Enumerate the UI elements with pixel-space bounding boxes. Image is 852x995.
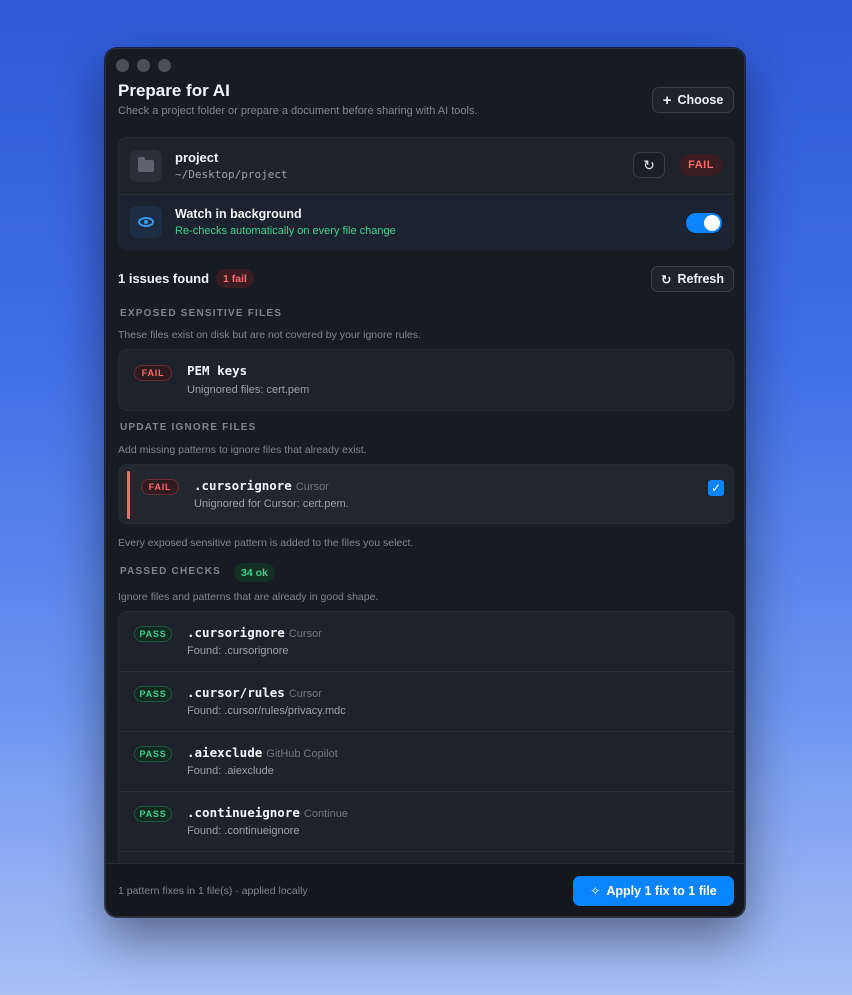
issues-title: 1 issues found xyxy=(118,271,210,286)
item-detail: Found: .continueignore xyxy=(187,825,300,837)
watch-subtitle: Re-checks automatically on every file ch… xyxy=(175,225,396,237)
list-item: PASS .aiexclude GitHub Copilot Found: .ai… xyxy=(119,732,733,792)
item-name: .cursor/rules Cursor xyxy=(187,685,322,700)
refresh-icon: ↻ xyxy=(660,272,672,287)
item-detail: Found: .aiexclude xyxy=(187,765,274,777)
project-name: project xyxy=(175,150,219,165)
pass-badge: PASS xyxy=(134,806,172,822)
item-name: PEM keys xyxy=(187,363,248,378)
item-tool: Continue xyxy=(303,808,348,820)
passed-list: PASS .cursorignore Cursor Found: .cursori… xyxy=(118,611,734,871)
magic-wand-icon: ✧ xyxy=(590,884,601,898)
choose-label: Choose xyxy=(677,93,724,107)
project-path: ~/Desktop/project xyxy=(175,168,288,181)
list-item[interactable]: FAIL .cursorignore Cursor Unignored for C… xyxy=(118,464,734,524)
recheck-button[interactable]: ↻ xyxy=(633,152,665,178)
update-desc: Add missing patterns to ignore files tha… xyxy=(118,444,367,456)
app-window: Prepare for AI Check a project folder or… xyxy=(105,48,745,917)
item-name-text: .aiexclude xyxy=(187,745,263,760)
fail-badge: FAIL xyxy=(141,479,179,495)
pass-count-badge: 34 ok xyxy=(234,563,275,582)
item-detail: Unignored for Cursor: cert.pem. xyxy=(194,498,349,510)
pass-badge: PASS xyxy=(134,626,172,642)
choose-button[interactable]: + Choose xyxy=(652,87,734,113)
item-detail: Found: .cursorignore xyxy=(187,645,289,657)
item-tool: Cursor xyxy=(288,628,322,640)
refresh-button[interactable]: ↻ Refresh xyxy=(651,266,734,292)
item-detail: Found: .cursor/rules/privacy.mdc xyxy=(187,705,346,717)
list-item: PASS .cursorignore Cursor Found: .cursori… xyxy=(119,612,733,672)
item-name-text: .cursorignore xyxy=(194,478,292,493)
exposed-heading: EXPOSED SENSITIVE FILES xyxy=(120,308,283,319)
item-name-text: .cursorignore xyxy=(187,625,285,640)
minimize-window-button[interactable] xyxy=(137,59,150,72)
item-name: .cursorignore Cursor xyxy=(187,625,322,640)
item-name: .continueignore Continue xyxy=(187,805,348,820)
item-name-text: .cursor/rules xyxy=(187,685,285,700)
item-tool: GitHub Copilot xyxy=(266,748,338,760)
item-checkbox[interactable]: ✓ xyxy=(708,480,724,496)
item-name: .aiexclude GitHub Copilot xyxy=(187,745,338,760)
plus-icon: + xyxy=(662,91,672,109)
item-detail: Unignored files: cert.pem xyxy=(187,384,310,396)
page-subtitle: Check a project folder or prepare a docu… xyxy=(118,105,478,117)
project-card: project ~/Desktop/project ↻ FAIL Watch i… xyxy=(118,137,734,251)
exposed-desc: These files exist on disk but are not co… xyxy=(118,329,421,341)
project-status-badge: FAIL xyxy=(679,154,723,176)
passed-heading: PASSED CHECKS xyxy=(120,566,221,577)
passed-desc: Ignore files and patterns that are alrea… xyxy=(118,591,379,603)
eye-icon xyxy=(130,206,162,238)
footer-summary: 1 pattern fixes in 1 file(s) · applied l… xyxy=(118,885,308,897)
zoom-window-button[interactable] xyxy=(158,59,171,72)
apply-fix-button[interactable]: ✧ Apply 1 fix to 1 file xyxy=(573,876,734,906)
fail-badge: FAIL xyxy=(134,365,172,381)
refresh-label: Refresh xyxy=(677,272,725,286)
footer-bar: 1 pattern fixes in 1 file(s) · applied l… xyxy=(106,863,744,916)
list-item: PASS .cursor/rules Cursor Found: .cursor/… xyxy=(119,672,733,732)
update-footnote: Every exposed sensitive pattern is added… xyxy=(118,537,414,549)
item-tool: Cursor xyxy=(295,481,329,493)
pass-badge: PASS xyxy=(134,746,172,762)
list-item: PASS .continueignore Continue Found: .con… xyxy=(119,792,733,852)
item-name: .cursorignore Cursor xyxy=(194,478,329,493)
fail-count-badge: 1 fail xyxy=(216,269,254,288)
watch-row: Watch in background Re-checks automatica… xyxy=(119,195,733,251)
update-heading: UPDATE IGNORE FILES xyxy=(120,422,257,433)
folder-icon xyxy=(130,150,162,182)
project-row: project ~/Desktop/project ↻ FAIL xyxy=(119,138,733,194)
watch-toggle[interactable] xyxy=(686,213,722,233)
page-title: Prepare for AI xyxy=(118,81,230,100)
item-tool: Cursor xyxy=(288,688,322,700)
fail-indicator xyxy=(127,471,130,519)
pass-badge: PASS xyxy=(134,686,172,702)
apply-label: Apply 1 fix to 1 file xyxy=(606,884,717,898)
window-controls xyxy=(116,59,171,72)
watch-title: Watch in background xyxy=(175,207,302,221)
list-item: FAIL PEM keys Unignored files: cert.pem xyxy=(118,349,734,411)
close-window-button[interactable] xyxy=(116,59,129,72)
refresh-icon: ↻ xyxy=(643,156,655,173)
item-name-text: .continueignore xyxy=(187,805,300,820)
